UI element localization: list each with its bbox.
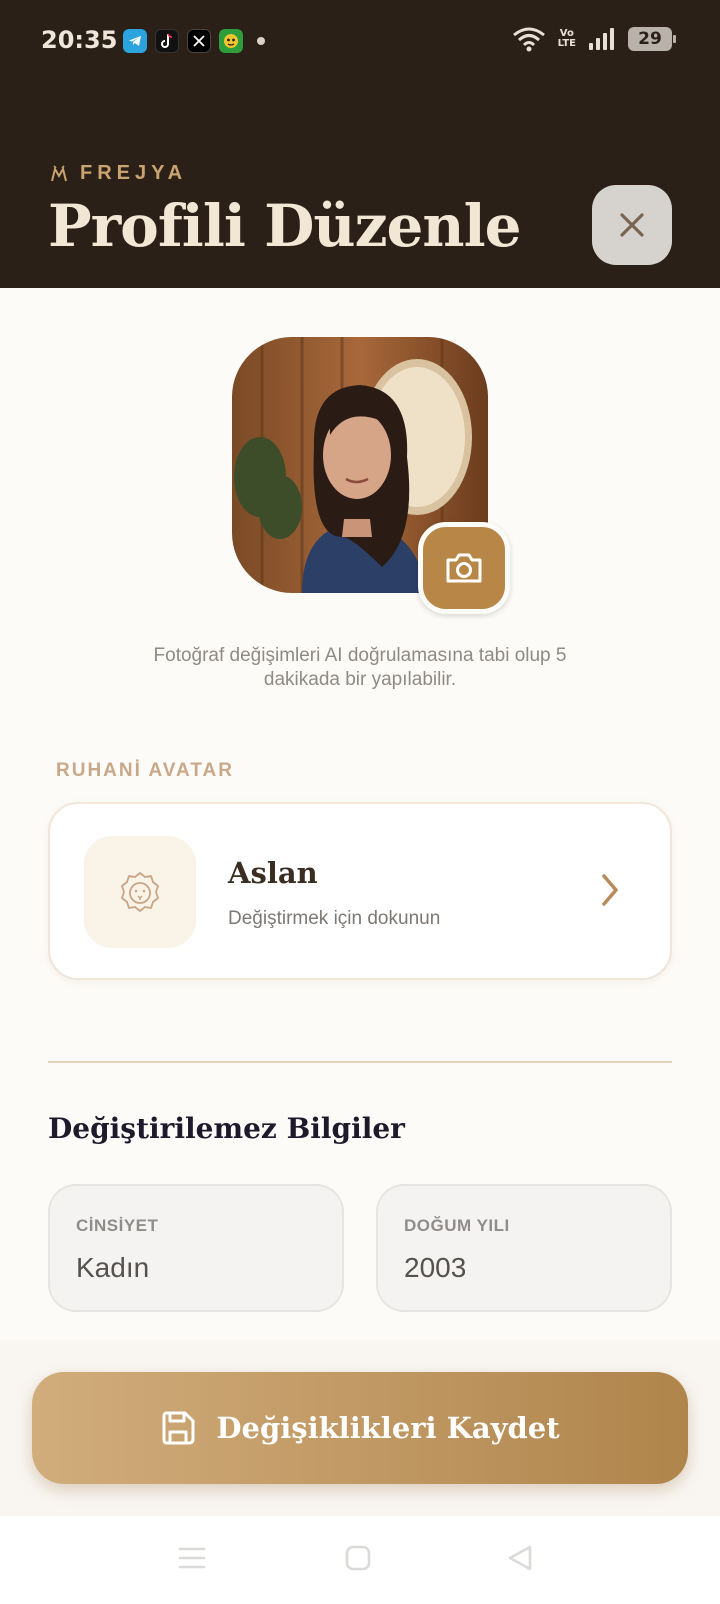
save-icon	[162, 1411, 195, 1445]
save-button-label: Değişiklikleri Kaydet	[216, 1411, 560, 1445]
more-notifications-dot	[257, 37, 265, 45]
x-icon	[187, 29, 211, 53]
fixed-info-title: Değiştirilemez Bilgiler	[48, 1112, 405, 1145]
system-nav-bar	[0, 1516, 720, 1604]
spirit-avatar-card[interactable]: Aslan Değiştirmek için dokunun	[48, 802, 672, 980]
telegram-icon	[123, 29, 147, 53]
recent-apps-icon[interactable]	[178, 1544, 206, 1572]
tiktok-icon	[155, 29, 179, 53]
wifi-icon	[512, 27, 545, 52]
gender-value: Kadın	[76, 1252, 150, 1283]
save-changes-button[interactable]: Değişiklikleri Kaydet	[32, 1372, 688, 1484]
spirit-avatar-label: RUHANİ AVATAR	[56, 760, 234, 781]
birth-year-field: DOĞUM YILI 2003	[376, 1184, 672, 1312]
avatar-change-hint: Değiştirmek için dokunun	[228, 908, 441, 929]
gender-field: CİNSİYET Kadın	[48, 1184, 344, 1312]
battery-indicator: 29	[628, 27, 676, 51]
gender-label: CİNSİYET	[76, 1216, 159, 1235]
camera-icon	[446, 553, 482, 583]
system-status: Vo LTE 29	[512, 26, 676, 52]
volte-icon: Vo LTE	[558, 29, 576, 49]
chevron-right-icon	[598, 872, 622, 913]
birth-year-label: DOĞUM YILI	[404, 1216, 510, 1235]
close-button[interactable]	[592, 185, 672, 265]
status-time: 20:35	[41, 26, 118, 54]
volte-bottom: LTE	[557, 38, 576, 49]
notification-icons	[123, 29, 265, 53]
lion-icon	[121, 872, 159, 912]
brand-logo-icon	[51, 164, 67, 181]
brand-name: FREJYA	[80, 162, 188, 184]
avatar-icon-container	[84, 836, 196, 948]
change-photo-button[interactable]	[418, 522, 510, 614]
game-icon	[219, 29, 243, 53]
birth-year-value: 2003	[404, 1252, 467, 1283]
close-icon	[620, 213, 644, 237]
brand: FREJYA	[50, 162, 187, 185]
section-divider	[48, 1061, 672, 1063]
app-header: 20:35 Vo LTE 29 FREJYA Profili Düzenle	[0, 0, 720, 288]
avatar-name: Aslan	[228, 856, 318, 890]
back-icon[interactable]	[506, 1544, 534, 1572]
page-title: Profili Düzenle	[48, 192, 522, 260]
home-icon[interactable]	[344, 1544, 372, 1572]
photo-change-note: Fotoğraf değişimleri AI doğrulamasına ta…	[153, 645, 567, 690]
signal-icon	[589, 28, 614, 50]
